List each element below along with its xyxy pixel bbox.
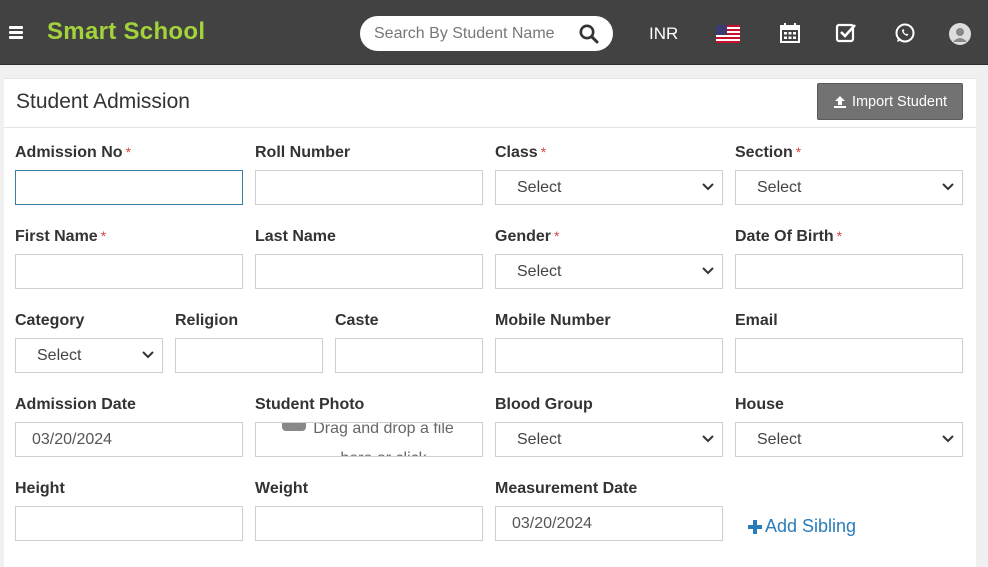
chevron-down-icon xyxy=(702,267,714,275)
chevron-down-icon xyxy=(702,183,714,191)
menu-icon[interactable] xyxy=(9,26,23,39)
gender-select[interactable]: Select xyxy=(495,254,723,289)
search-input[interactable] xyxy=(374,23,554,45)
dob-label: Date Of Birth * xyxy=(735,228,843,245)
import-student-button[interactable]: Import Student xyxy=(817,83,963,120)
dropzone-text: Drag and drop a file here or click xyxy=(313,422,454,456)
class-label: Class * xyxy=(495,144,547,161)
blood-group-select[interactable]: Select xyxy=(495,422,723,457)
student-photo-dropzone[interactable]: Drag and drop a file here or click xyxy=(255,422,483,457)
chevron-down-icon xyxy=(702,435,714,443)
last-name-input[interactable] xyxy=(255,254,483,289)
blood-group-label: Blood Group xyxy=(495,396,593,413)
dob-input[interactable] xyxy=(735,254,963,289)
email-label: Email xyxy=(735,312,778,329)
top-navbar: Smart School INR xyxy=(0,0,988,65)
category-label: Category xyxy=(15,312,85,329)
add-sibling-link[interactable]: Add Sibling xyxy=(748,516,856,537)
search-box xyxy=(360,16,613,51)
admission-date-input[interactable]: 03/20/2024 xyxy=(15,422,243,457)
caste-label: Caste xyxy=(335,312,379,329)
caste-input[interactable] xyxy=(335,338,483,373)
religion-label: Religion xyxy=(175,312,239,329)
add-sibling-label: Add Sibling xyxy=(765,516,857,536)
us-flag-icon[interactable] xyxy=(716,25,740,43)
brand-logo[interactable]: Smart School xyxy=(47,18,205,46)
class-select[interactable]: Select xyxy=(495,170,723,205)
email-input[interactable] xyxy=(735,338,963,373)
last-name-label: Last Name xyxy=(255,228,336,245)
chevron-down-icon xyxy=(942,435,954,443)
roll-number-label: Roll Number xyxy=(255,144,351,161)
admission-no-label: Admission No * xyxy=(15,144,132,161)
section-select[interactable]: Select xyxy=(735,170,963,205)
admission-panel xyxy=(4,78,976,567)
import-student-label: Import Student xyxy=(851,93,948,110)
checkbox-icon[interactable] xyxy=(835,22,857,44)
house-label: House xyxy=(735,396,784,413)
admission-no-input[interactable] xyxy=(15,170,243,205)
category-select[interactable]: Select xyxy=(15,338,163,373)
student-photo-label: Student Photo xyxy=(255,396,365,413)
measurement-date-input[interactable]: 03/20/2024 xyxy=(495,506,723,541)
weight-label: Weight xyxy=(255,480,309,497)
house-select[interactable]: Select xyxy=(735,422,963,457)
gender-label: Gender * xyxy=(495,228,560,245)
first-name-input[interactable] xyxy=(15,254,243,289)
user-avatar-icon[interactable] xyxy=(949,23,971,45)
weight-input[interactable] xyxy=(255,506,483,541)
upload-icon xyxy=(833,95,846,108)
mobile-number-label: Mobile Number xyxy=(495,312,611,329)
religion-input[interactable] xyxy=(175,338,323,373)
first-name-label: First Name * xyxy=(15,228,107,245)
page-title: Student Admission xyxy=(16,90,190,113)
search-icon[interactable] xyxy=(578,23,600,45)
admission-date-label: Admission Date xyxy=(15,396,136,413)
section-label: Section * xyxy=(735,144,802,161)
roll-number-input[interactable] xyxy=(255,170,483,205)
height-input[interactable] xyxy=(15,506,243,541)
measurement-date-label: Measurement Date xyxy=(495,480,638,497)
height-label: Height xyxy=(15,480,65,497)
panel-divider xyxy=(4,127,976,128)
plus-icon xyxy=(748,519,762,534)
whatsapp-icon[interactable] xyxy=(894,22,916,44)
mobile-number-input[interactable] xyxy=(495,338,723,373)
currency-selector[interactable]: INR xyxy=(649,24,678,44)
calendar-icon[interactable] xyxy=(779,22,801,44)
chevron-down-icon xyxy=(942,183,954,191)
chevron-down-icon xyxy=(142,351,154,359)
